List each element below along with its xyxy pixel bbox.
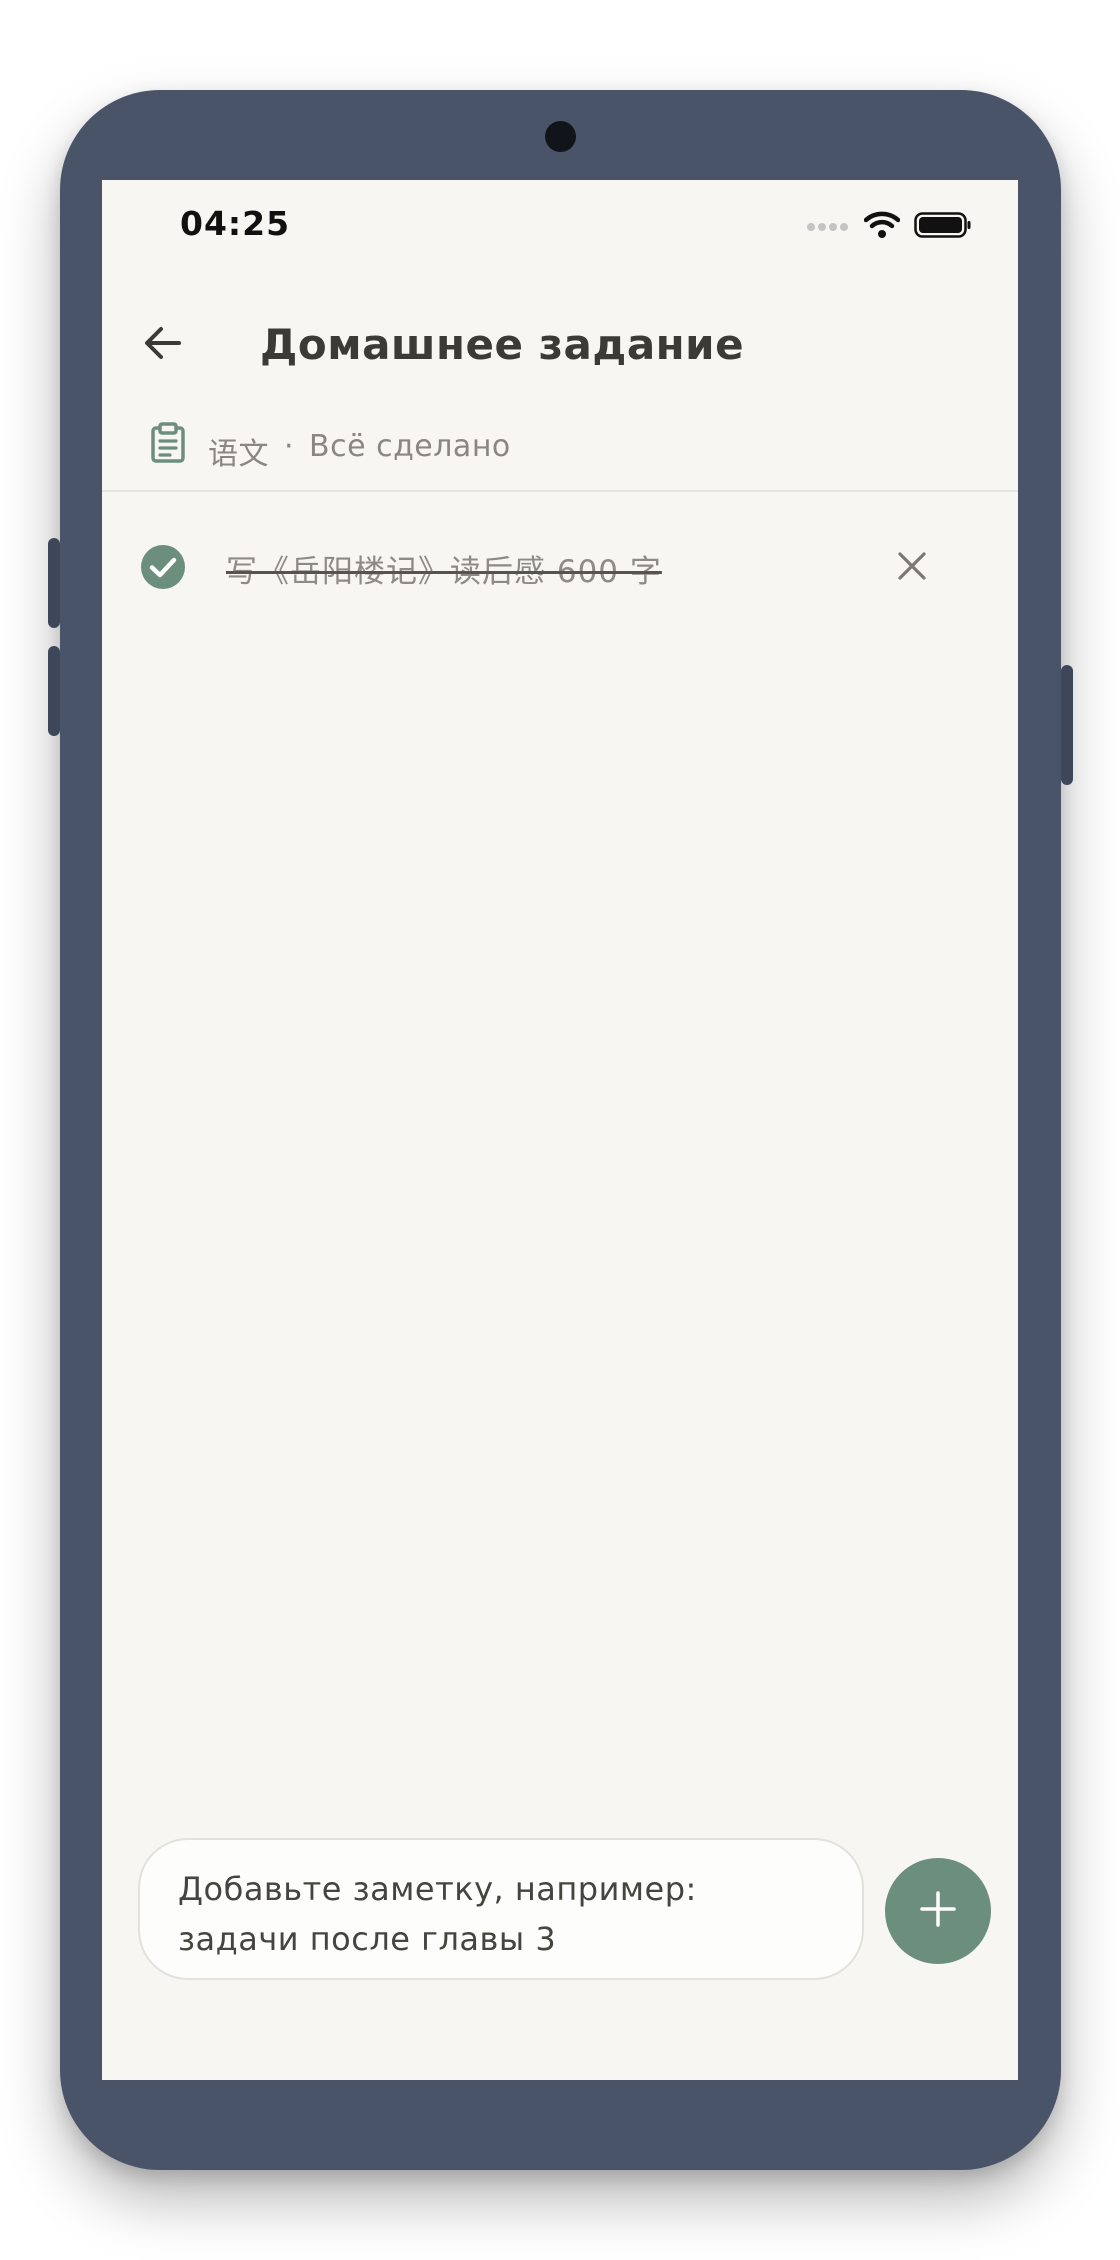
- arrow-left-icon: [142, 322, 184, 368]
- wifi-icon: [863, 211, 901, 243]
- back-button[interactable]: [138, 320, 188, 370]
- app-screen: 04:25 Домашнее задание 语文 · Всё сделано …: [102, 180, 1018, 2080]
- delete-task-button[interactable]: [892, 548, 932, 588]
- plus-icon: [919, 1890, 957, 1932]
- volume-up-button: [48, 538, 60, 628]
- status-bar: 04:25: [102, 180, 1018, 276]
- completion-status: Всё сделано: [309, 429, 511, 464]
- power-button: [1061, 665, 1073, 785]
- volume-down-button: [48, 646, 60, 736]
- status-icons: [806, 210, 972, 244]
- task-text[interactable]: 写《岳阳楼记》读后感 600 字: [226, 546, 662, 591]
- note-composer: Добавьте заметку, например: задачи после…: [102, 1838, 1018, 1998]
- front-camera: [545, 121, 576, 152]
- app-bar: Домашнее задание: [102, 276, 1018, 416]
- note-input[interactable]: Добавьте заметку, например: задачи после…: [138, 1838, 864, 1980]
- close-icon: [897, 551, 927, 585]
- phone-frame: 04:25 Домашнее задание 语文 · Всё сделано …: [48, 90, 1073, 2170]
- signal-icon: [806, 218, 850, 237]
- separator-dot: ·: [284, 429, 294, 464]
- clipboard-icon: [150, 422, 186, 468]
- status-time: 04:25: [180, 204, 291, 243]
- add-note-button[interactable]: [885, 1858, 991, 1964]
- note-input-placeholder: Добавьте заметку, например: задачи после…: [178, 1870, 697, 1958]
- subject-summary: 语文 · Всё сделано: [102, 400, 1018, 492]
- page-title: Домашнее задание: [260, 320, 745, 369]
- task-item: 写《岳阳楼记》读后感 600 字: [102, 510, 1018, 620]
- subject-label: 语文: [208, 437, 269, 472]
- battery-icon: [914, 212, 972, 242]
- check-circle-icon[interactable]: [140, 544, 186, 594]
